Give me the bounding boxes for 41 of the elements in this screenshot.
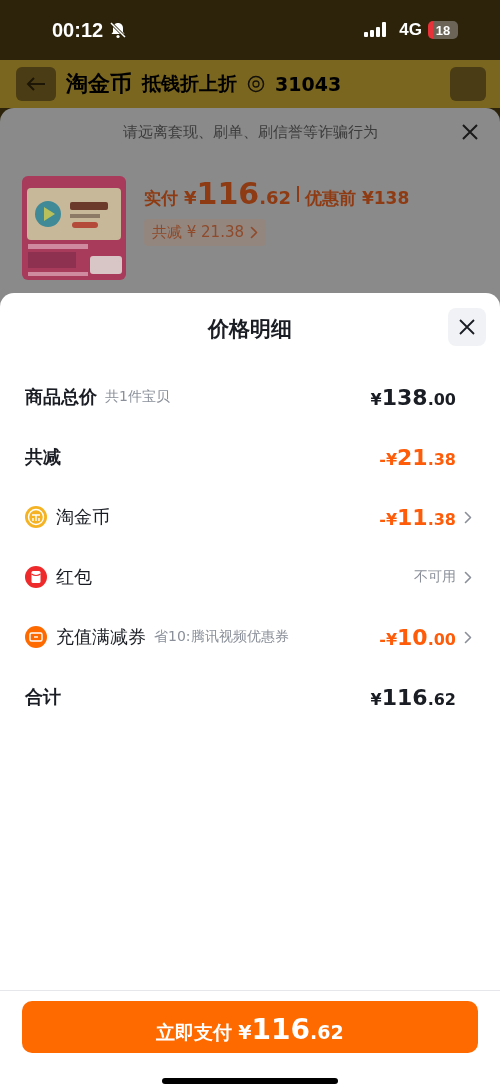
back-arrow-icon [26, 76, 46, 92]
row-label: 共减 [25, 445, 61, 469]
row-label: 充值满减券 [56, 625, 146, 649]
page-title: 淘金币 [66, 70, 132, 98]
coin-icon [247, 75, 265, 93]
original-price: 优惠前 ¥138 [305, 187, 410, 210]
paid-label: 实付 [144, 187, 178, 210]
network-label: 4G [399, 20, 422, 40]
row-value: -¥11.38 [379, 504, 456, 530]
page-subtitle: 抵钱折上折 [142, 71, 237, 96]
row-value: -¥21.38 [379, 444, 456, 470]
coin-balance: 31043 [275, 73, 342, 95]
paid-price: ¥116.62 [184, 176, 292, 211]
chevron-icon [250, 226, 259, 239]
pay-button[interactable]: 立即支付 ¥116.62 [22, 1001, 478, 1054]
battery-icon: 18 [428, 21, 458, 39]
row-value: ¥138.00 [370, 384, 456, 410]
sheet-title: 价格明细 [208, 316, 292, 343]
row-label: 合计 [25, 685, 61, 709]
row-label: 红包 [56, 565, 92, 589]
coupon-icon [25, 626, 47, 648]
chevron-icon [464, 630, 472, 644]
fraud-notice: 请远离套现、刷单、刷信誉等诈骗行为 [122, 122, 378, 142]
chevron-icon [464, 510, 472, 524]
row-label: 商品总价 [25, 385, 97, 409]
close-button[interactable] [448, 308, 486, 346]
row-value: 不可用 [414, 568, 456, 586]
back-button[interactable] [16, 67, 56, 101]
close-icon[interactable] [460, 122, 480, 142]
coin-icon [25, 506, 47, 528]
row-value: ¥116.62 [370, 684, 456, 710]
row-note: 省10:腾讯视频优惠券 [154, 628, 289, 646]
row-value: -¥10.00 [379, 624, 456, 650]
row-label: 淘金币 [56, 505, 110, 529]
row-note: 共1件宝贝 [105, 388, 170, 406]
chevron-icon [464, 570, 472, 584]
discount-chip[interactable]: 共减 ¥ 21.38 [144, 219, 267, 246]
muted-bell-icon [109, 21, 128, 39]
status-time: 00:12 [52, 18, 104, 42]
close-icon [459, 319, 475, 335]
envelope-icon [25, 566, 47, 588]
